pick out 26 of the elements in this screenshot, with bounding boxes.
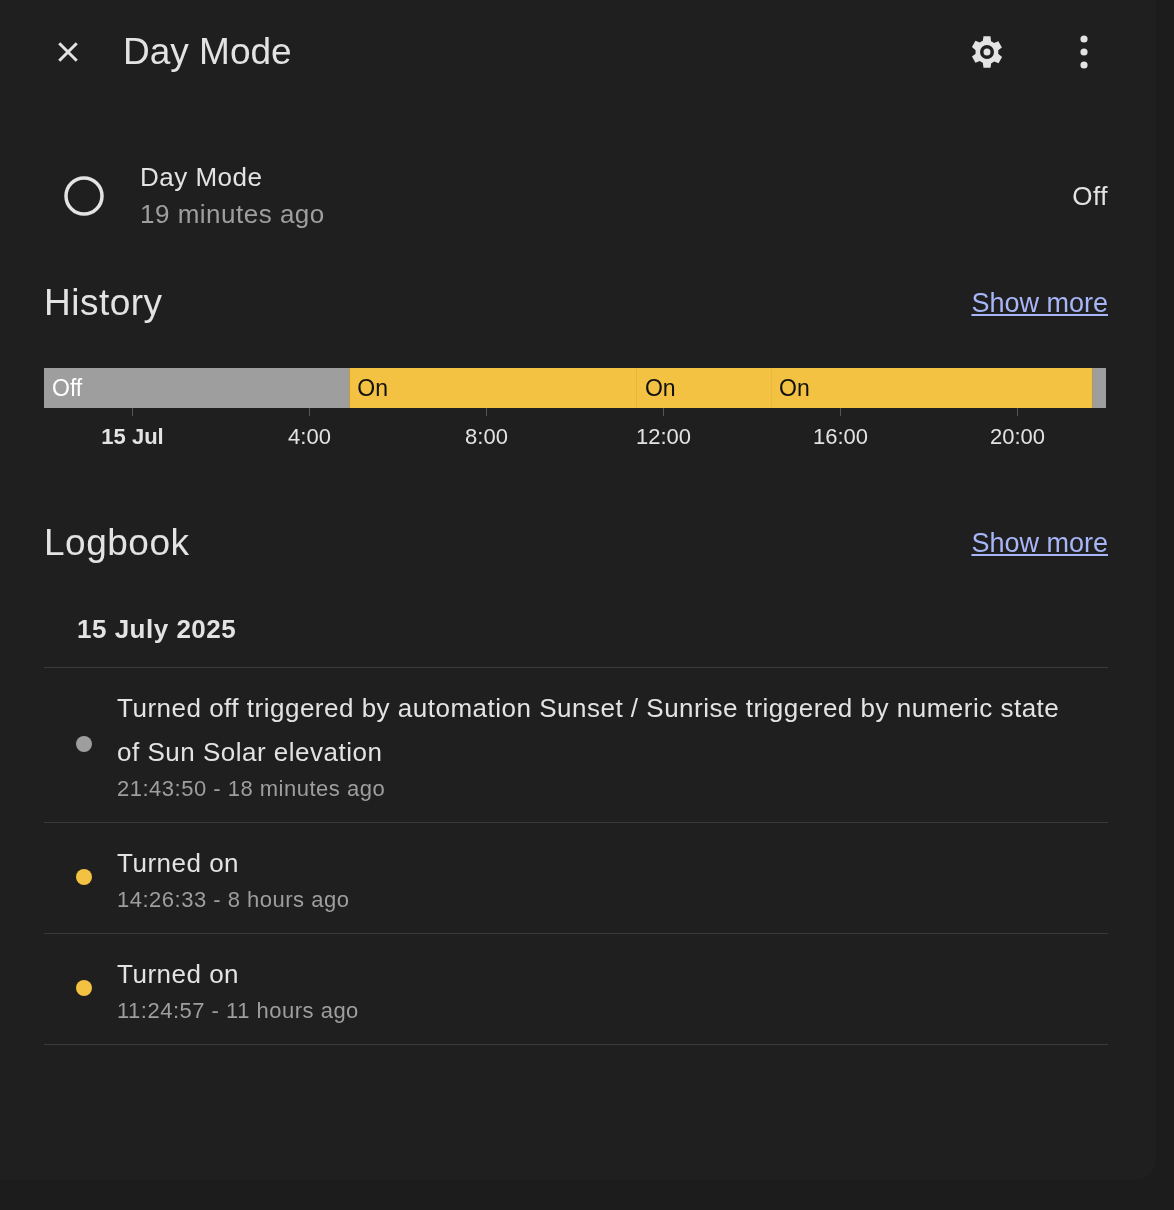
dialog-title: Day Mode bbox=[123, 31, 293, 73]
log-message: Turned off triggered by automation Sunset / Sunrise triggered by numeric state of Sun Solar elevation bbox=[117, 692, 1061, 769]
log-time: 21:43:50 - 18 minutes ago bbox=[117, 776, 387, 802]
axis-label: 12:00 bbox=[635, 424, 692, 449]
axis-label: 8:00 bbox=[465, 424, 508, 449]
date-heading: 15 July 2025 bbox=[44, 564, 1108, 668]
log-message: Turned on bbox=[117, 958, 241, 991]
section-heading: Logbook bbox=[44, 522, 190, 564]
section-heading: History bbox=[44, 282, 163, 324]
log-message: Turned on bbox=[117, 847, 241, 880]
segment-label: On bbox=[644, 375, 676, 401]
last-changed: 19 minutes ago bbox=[140, 199, 326, 230]
show-more-link[interactable]: Show more bbox=[971, 527, 1108, 559]
axis-label: 4:00 bbox=[288, 424, 331, 449]
segment-label: Off bbox=[52, 375, 83, 401]
more-icon[interactable] bbox=[1078, 34, 1090, 70]
segment-label: On bbox=[357, 375, 388, 401]
axis-label: 20:00 bbox=[989, 424, 1046, 449]
entity-state: Off bbox=[1072, 180, 1108, 212]
segment-label: On bbox=[779, 375, 810, 401]
axis-label: 16:00 bbox=[812, 424, 869, 449]
axis-label: 15 Jul bbox=[101, 424, 164, 449]
log-time: 11:24:57 - 11 hours ago bbox=[117, 998, 359, 1024]
log-time: 14:26:33 - 8 hours ago bbox=[117, 887, 350, 913]
entity-name: Day Mode bbox=[140, 162, 264, 193]
show-more-link[interactable]: Show more bbox=[971, 287, 1108, 319]
